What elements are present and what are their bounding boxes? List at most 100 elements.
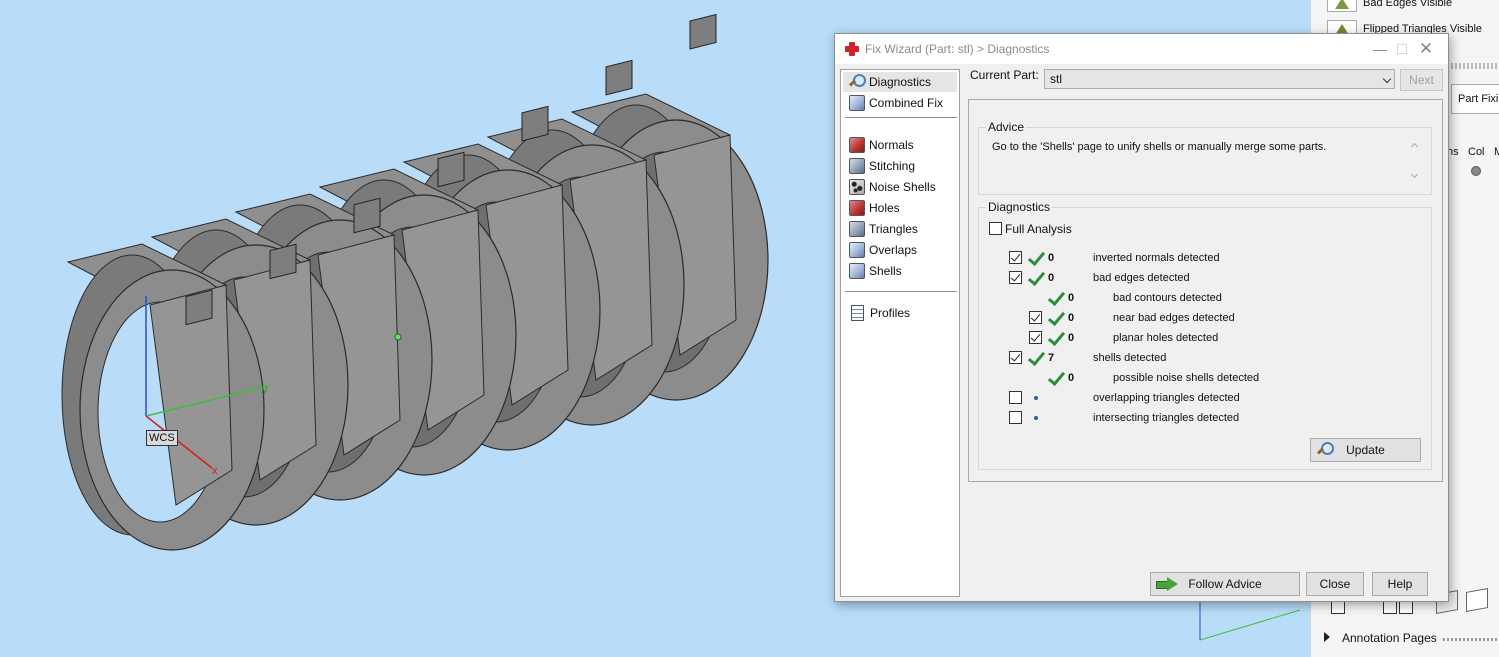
- inverted-normals-checkbox[interactable]: [1009, 251, 1022, 264]
- toolbar-icons[interactable]: [1321, 588, 1488, 616]
- close-window-button[interactable]: ✕: [1403, 34, 1449, 64]
- annotation-pages-label: Annotation Pages: [1342, 631, 1437, 645]
- holes-cube-icon: [849, 200, 865, 216]
- intersecting-triangles-text: intersecting triangles detected: [1093, 412, 1240, 424]
- scroll-down-icon[interactable]: [1410, 170, 1419, 179]
- bad-edges-count: 0: [1048, 272, 1055, 284]
- ok-check-icon: [1047, 310, 1065, 326]
- help-button[interactable]: Help: [1372, 572, 1428, 596]
- nav-item-label: Noise Shells: [869, 180, 936, 194]
- nav-item-normals[interactable]: Normals: [843, 135, 957, 155]
- part-fixing-tab[interactable]: Part Fixi: [1451, 84, 1499, 114]
- noise-shells-text: possible noise shells detected: [1113, 372, 1260, 384]
- wizard-nav-list: Diagnostics Combined Fix Normals Stitchi…: [840, 69, 960, 597]
- bad-edges-text: bad edges detected: [1093, 272, 1190, 284]
- close-button[interactable]: Close: [1306, 572, 1364, 596]
- normals-cube-icon: [849, 137, 865, 153]
- nav-item-shells[interactable]: Shells: [843, 261, 957, 281]
- full-analysis-checkbox[interactable]: [989, 222, 1002, 235]
- y-axis-label: y: [262, 384, 268, 396]
- full-analysis-label: Full Analysis: [1005, 222, 1072, 236]
- triangle-icon: [1327, 0, 1357, 12]
- nav-item-label: Holes: [869, 201, 900, 215]
- nav-item-holes[interactable]: Holes: [843, 198, 957, 218]
- nav-item-noise-shells[interactable]: Noise Shells: [843, 177, 957, 197]
- combined-fix-icon: [849, 95, 865, 111]
- annotation-pages-row[interactable]: Annotation Pages: [1311, 624, 1499, 654]
- column-headers: ns Col M: [1447, 136, 1499, 166]
- ok-check-icon: [1027, 250, 1045, 266]
- magnifier-icon: [1317, 442, 1334, 458]
- pivot-point: [394, 333, 402, 341]
- next-button[interactable]: Next: [1400, 69, 1443, 91]
- overlapping-triangles-checkbox[interactable]: [1009, 391, 1022, 404]
- fix-wizard-dialog: Fix Wizard (Part: stl) > Diagnostics — ☐…: [834, 33, 1449, 602]
- ok-check-icon: [1047, 290, 1065, 306]
- follow-advice-label: Follow Advice: [1188, 577, 1262, 591]
- nav-item-combined-fix[interactable]: Combined Fix: [843, 93, 957, 113]
- current-part-label: Current Part:: [970, 68, 1039, 82]
- nav-item-label: Shells: [869, 264, 902, 278]
- planar-holes-count: 0: [1068, 332, 1075, 344]
- nav-item-overlaps[interactable]: Overlaps: [843, 240, 957, 260]
- bad-edges-checkbox[interactable]: [1009, 271, 1022, 284]
- inverted-normals-text: inverted normals detected: [1093, 252, 1220, 264]
- nav-item-label: Overlaps: [869, 243, 918, 257]
- magnifier-icon: [849, 74, 866, 90]
- nav-item-label: Profiles: [870, 306, 911, 320]
- scroll-up-icon[interactable]: [1410, 142, 1419, 151]
- intersecting-triangles-checkbox[interactable]: [1009, 411, 1022, 424]
- fix-wizard-icon: [845, 42, 859, 56]
- near-bad-edges-checkbox[interactable]: [1029, 311, 1042, 324]
- follow-advice-button[interactable]: Follow Advice: [1150, 572, 1300, 596]
- green-arrow-icon: [1156, 577, 1178, 591]
- noise-shells-count: 0: [1068, 372, 1075, 384]
- nav-item-label: Stitching: [869, 159, 916, 173]
- dotted-separator: [1443, 638, 1499, 641]
- bad-contours-count: 0: [1068, 292, 1075, 304]
- cube-view-icon[interactable]: [1466, 588, 1488, 612]
- checkbox-icon[interactable]: [1331, 600, 1345, 614]
- nav-item-diagnostics[interactable]: Diagnostics: [843, 72, 957, 92]
- checkbox-icon[interactable]: [1399, 600, 1413, 614]
- overlapping-triangles-text: overlapping triangles detected: [1093, 392, 1240, 404]
- bad-contours-text: bad contours detected: [1113, 292, 1222, 304]
- ok-check-icon: [1027, 350, 1045, 366]
- planar-holes-checkbox[interactable]: [1029, 331, 1042, 344]
- document-icon: [851, 305, 864, 321]
- ring-emblem: [269, 243, 297, 280]
- overlaps-cube-icon: [849, 242, 865, 258]
- chevron-down-icon: [1382, 74, 1392, 84]
- diagnostics-title: Diagnostics: [986, 200, 1053, 214]
- nav-item-label: Combined Fix: [869, 96, 944, 110]
- checkbox-icon[interactable]: [1383, 600, 1397, 614]
- advice-scrollbar[interactable]: [1409, 140, 1421, 184]
- wcs-label: WCS: [146, 430, 178, 446]
- update-label: Update: [1346, 443, 1385, 457]
- ring-emblem: [605, 59, 633, 96]
- expand-arrow-icon[interactable]: [1324, 632, 1330, 642]
- ring-emblem: [353, 197, 381, 234]
- nav-separator: [845, 117, 957, 118]
- near-bad-edges-text: near bad edges detected: [1113, 312, 1235, 324]
- update-button[interactable]: Update: [1310, 438, 1421, 462]
- advice-group: Advice: [978, 120, 1432, 195]
- bad-edges-visible-toggle[interactable]: Bad Edges Visible: [1327, 0, 1452, 12]
- dialog-title: Fix Wizard (Part: stl) > Diagnostics: [865, 42, 1050, 56]
- current-part-select[interactable]: stl: [1044, 69, 1395, 89]
- nav-item-label: Diagnostics: [869, 75, 932, 89]
- nav-item-triangles[interactable]: Triangles: [843, 219, 957, 239]
- shells-checkbox[interactable]: [1009, 351, 1022, 364]
- dialog-titlebar[interactable]: Fix Wizard (Part: stl) > Diagnostics — ☐…: [835, 34, 1448, 64]
- inverted-normals-count: 0: [1048, 252, 1055, 264]
- pending-dot-icon: [1034, 416, 1038, 420]
- near-bad-edges-count: 0: [1068, 312, 1075, 324]
- pending-dot-icon: [1034, 396, 1038, 400]
- nav-item-label: Triangles: [869, 222, 918, 236]
- bad-edges-visible-label: Bad Edges Visible: [1363, 0, 1453, 9]
- shells-text: shells detected: [1093, 352, 1167, 364]
- nav-item-stitching[interactable]: Stitching: [843, 156, 957, 176]
- grid-axis-line: [1199, 609, 1301, 641]
- nav-item-profiles[interactable]: Profiles: [843, 303, 957, 323]
- shells-cube-icon: [849, 263, 865, 279]
